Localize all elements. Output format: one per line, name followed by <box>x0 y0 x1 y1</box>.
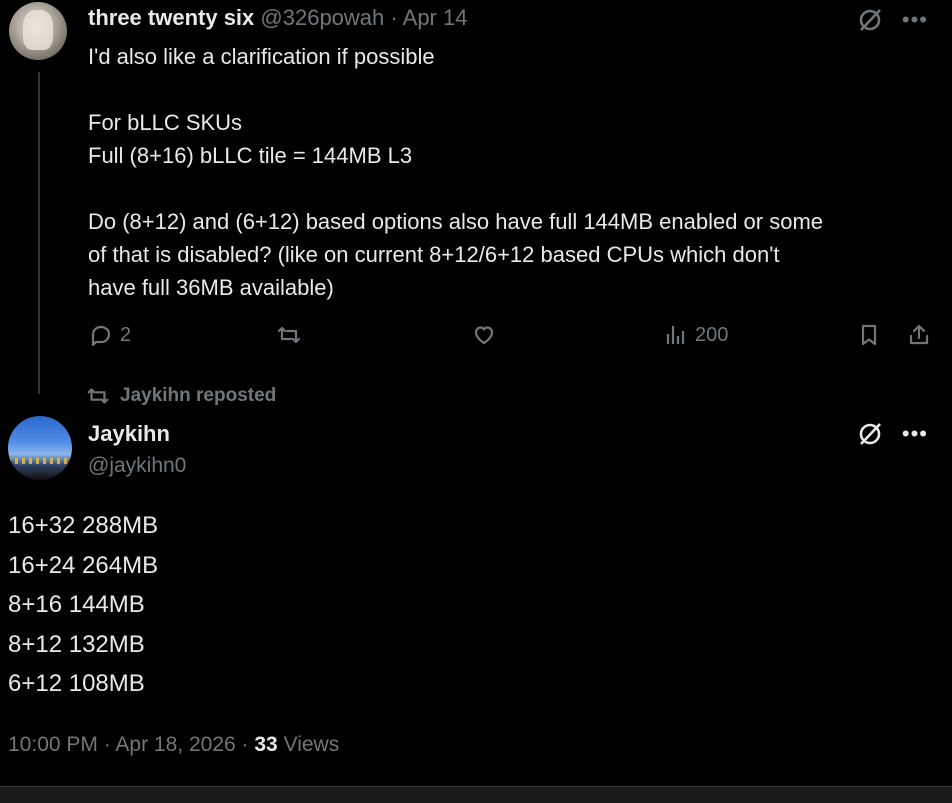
display-name[interactable]: three twenty six <box>88 5 254 30</box>
like-icon <box>474 326 494 345</box>
share-button[interactable] <box>906 322 932 348</box>
tweet1-line: of that is disabled? (like on current 8+… <box>88 242 780 267</box>
quoted-tweet: three twenty six @326powah · Apr 14 ••• … <box>0 0 952 394</box>
more-icon[interactable]: ••• <box>902 423 928 445</box>
tweet1-line: Full (8+16) bLLC tile = 144MB L3 <box>88 143 413 168</box>
share-icon <box>909 324 929 345</box>
handle[interactable]: @326powah <box>260 5 384 30</box>
tweet1-header: three twenty six @326powah · Apr 14 <box>88 4 467 32</box>
views-count: 33 <box>254 733 278 756</box>
avatar-image <box>8 458 72 464</box>
tweet-date[interactable]: Apr 14 <box>403 5 468 30</box>
grok-icon[interactable] <box>856 6 884 34</box>
more-icon[interactable]: ••• <box>902 9 928 31</box>
reply-icon <box>91 325 111 347</box>
separator: · <box>241 733 249 756</box>
grok-icon[interactable] <box>856 420 884 448</box>
tweet-date[interactable]: Apr 18, 2026 <box>115 733 235 756</box>
bookmark-icon <box>861 324 877 346</box>
avatar-jaykihn[interactable] <box>8 416 72 480</box>
tweet2-text: 16+32 288MB 16+24 264MB 8+16 144MB 8+12 … <box>8 506 158 704</box>
avatar-image <box>23 10 53 50</box>
repost-icon <box>277 326 301 344</box>
tweet2-meta: 10:00 PM · Apr 18, 2026 · 33 Views <box>8 730 339 760</box>
separator: · <box>390 5 398 30</box>
tweet1-text: I'd also like a clarification if possibl… <box>88 40 928 304</box>
tweet2-line: 8+16 144MB <box>8 591 145 618</box>
thread-line <box>38 72 40 394</box>
avatar-three-twenty-six[interactable] <box>9 2 67 60</box>
display-name[interactable]: Jaykihn <box>88 420 170 448</box>
separator: · <box>103 733 111 756</box>
views-label: Views <box>283 733 340 756</box>
tweet1-header-icons: ••• <box>856 6 928 34</box>
bookmark-button[interactable] <box>856 322 882 348</box>
reply-button[interactable]: 2 <box>88 322 131 348</box>
like-button[interactable] <box>471 322 497 348</box>
tweet2-line: 16+24 264MB <box>8 551 159 579</box>
repost-icon <box>87 388 109 404</box>
tweet1-line: For bLLC SKUs <box>88 110 243 135</box>
views-icon <box>666 326 685 344</box>
tweet1-line: I'd also like a clarification if possibl… <box>88 44 435 69</box>
tweet2-line: 8+12 132MB <box>8 630 145 658</box>
tweet1-line: have full 36MB available) <box>88 275 334 300</box>
views-count: 200 <box>695 323 729 346</box>
tweet1-line: Do (8+12) and (6+12) based options also … <box>88 209 824 234</box>
tweet2-line: 16+32 288MB <box>8 512 159 539</box>
repost-notice[interactable]: Jaykihn reposted <box>86 384 276 408</box>
tweet-time[interactable]: 10:00 PM <box>8 733 98 756</box>
repost-button[interactable] <box>276 322 302 348</box>
repost-notice-label: Jaykihn reposted <box>120 385 277 406</box>
handle[interactable]: @jaykihn0 <box>88 452 186 480</box>
tweet2-header-icons: ••• <box>856 420 928 448</box>
views-button[interactable]: 200 <box>663 322 728 348</box>
tweet1-actions: 2 200 <box>88 322 934 352</box>
tweet2-line: 6+12 108MB <box>8 670 145 697</box>
reply-count: 2 <box>120 323 132 346</box>
bottom-bar <box>0 786 952 803</box>
